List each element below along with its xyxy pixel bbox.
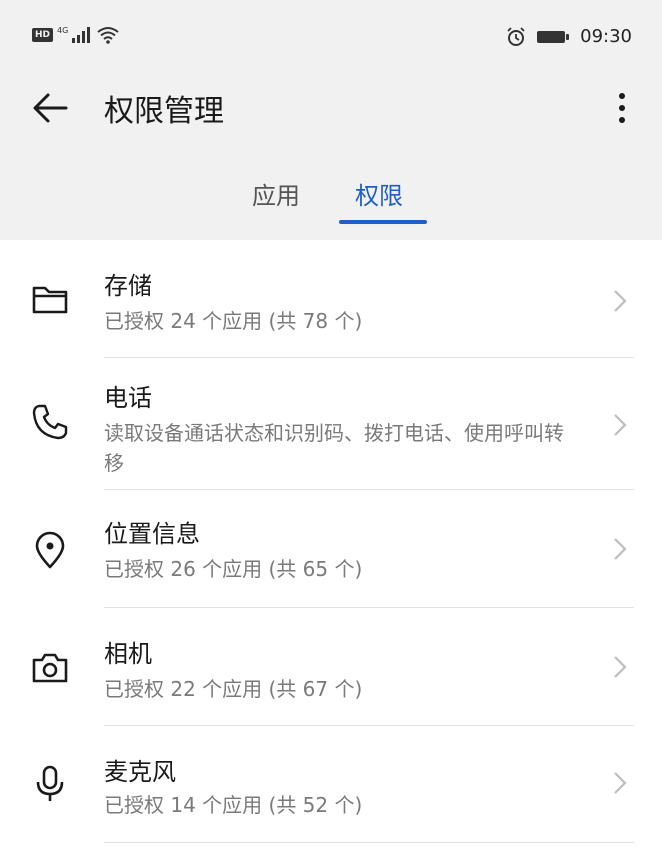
status-left: HD 4G xyxy=(32,26,120,44)
camera-icon xyxy=(32,653,68,683)
status-right: 09:30 xyxy=(506,26,632,47)
permission-item-storage[interactable]: 存储 已授权 24 个应用 (共 78 个) xyxy=(0,240,662,358)
status-bar: HD 4G 09:30 xyxy=(0,0,662,80)
tab-permissions[interactable]: 权限 xyxy=(355,176,403,211)
chevron-right-icon xyxy=(614,414,627,436)
chevron-right-icon xyxy=(614,772,627,794)
folder-icon xyxy=(32,286,68,314)
hd-badge: HD xyxy=(32,28,54,42)
tab-indicator xyxy=(339,220,427,224)
permission-desc: 已授权 26 个应用 (共 65 个) xyxy=(104,557,363,581)
permission-desc: 读取设备通话状态和识别码、拨打电话、使用呼叫转移 xyxy=(104,421,564,475)
phone-icon xyxy=(32,404,68,440)
tab-apps[interactable]: 应用 xyxy=(252,176,300,211)
tab-bar: 应用 权限 xyxy=(0,176,662,236)
back-arrow-icon[interactable] xyxy=(30,88,70,128)
permission-item-microphone[interactable]: 麦克风 已授权 14 个应用 (共 52 个) xyxy=(0,726,662,844)
permission-item-location[interactable]: 位置信息 已授权 26 个应用 (共 65 个) xyxy=(0,490,662,608)
alarm-icon xyxy=(507,26,525,46)
chevron-right-icon xyxy=(614,538,627,560)
permission-name: 麦克风 xyxy=(104,758,176,786)
permission-desc: 已授权 22 个应用 (共 67 个) xyxy=(104,677,363,701)
permission-desc: 已授权 14 个应用 (共 52 个) xyxy=(104,793,363,817)
more-options-icon[interactable] xyxy=(610,88,634,128)
signal-icon xyxy=(72,27,91,43)
permission-name: 存储 xyxy=(104,272,152,300)
battery-icon xyxy=(537,30,570,43)
page-title: 权限管理 xyxy=(104,94,224,129)
network-type: 4G xyxy=(57,25,69,35)
permission-name: 相机 xyxy=(104,640,152,668)
divider xyxy=(104,842,634,843)
permission-name: 位置信息 xyxy=(104,520,200,548)
clock: 09:30 xyxy=(580,26,632,47)
location-pin-icon xyxy=(35,531,65,569)
chevron-right-icon xyxy=(614,290,627,312)
header-area: HD 4G 09:30 权限管理 应用 权限 xyxy=(0,0,662,240)
wifi-icon xyxy=(97,27,119,44)
permission-item-phone[interactable]: 电话 读取设备通话状态和识别码、拨打电话、使用呼叫转移 xyxy=(0,358,662,490)
permission-item-camera[interactable]: 相机 已授权 22 个应用 (共 67 个) xyxy=(0,608,662,726)
permission-name: 电话 xyxy=(104,384,152,412)
microphone-icon xyxy=(36,765,64,801)
app-bar: 权限管理 xyxy=(0,80,662,140)
permission-desc: 已授权 24 个应用 (共 78 个) xyxy=(104,309,363,333)
chevron-right-icon xyxy=(614,656,627,678)
